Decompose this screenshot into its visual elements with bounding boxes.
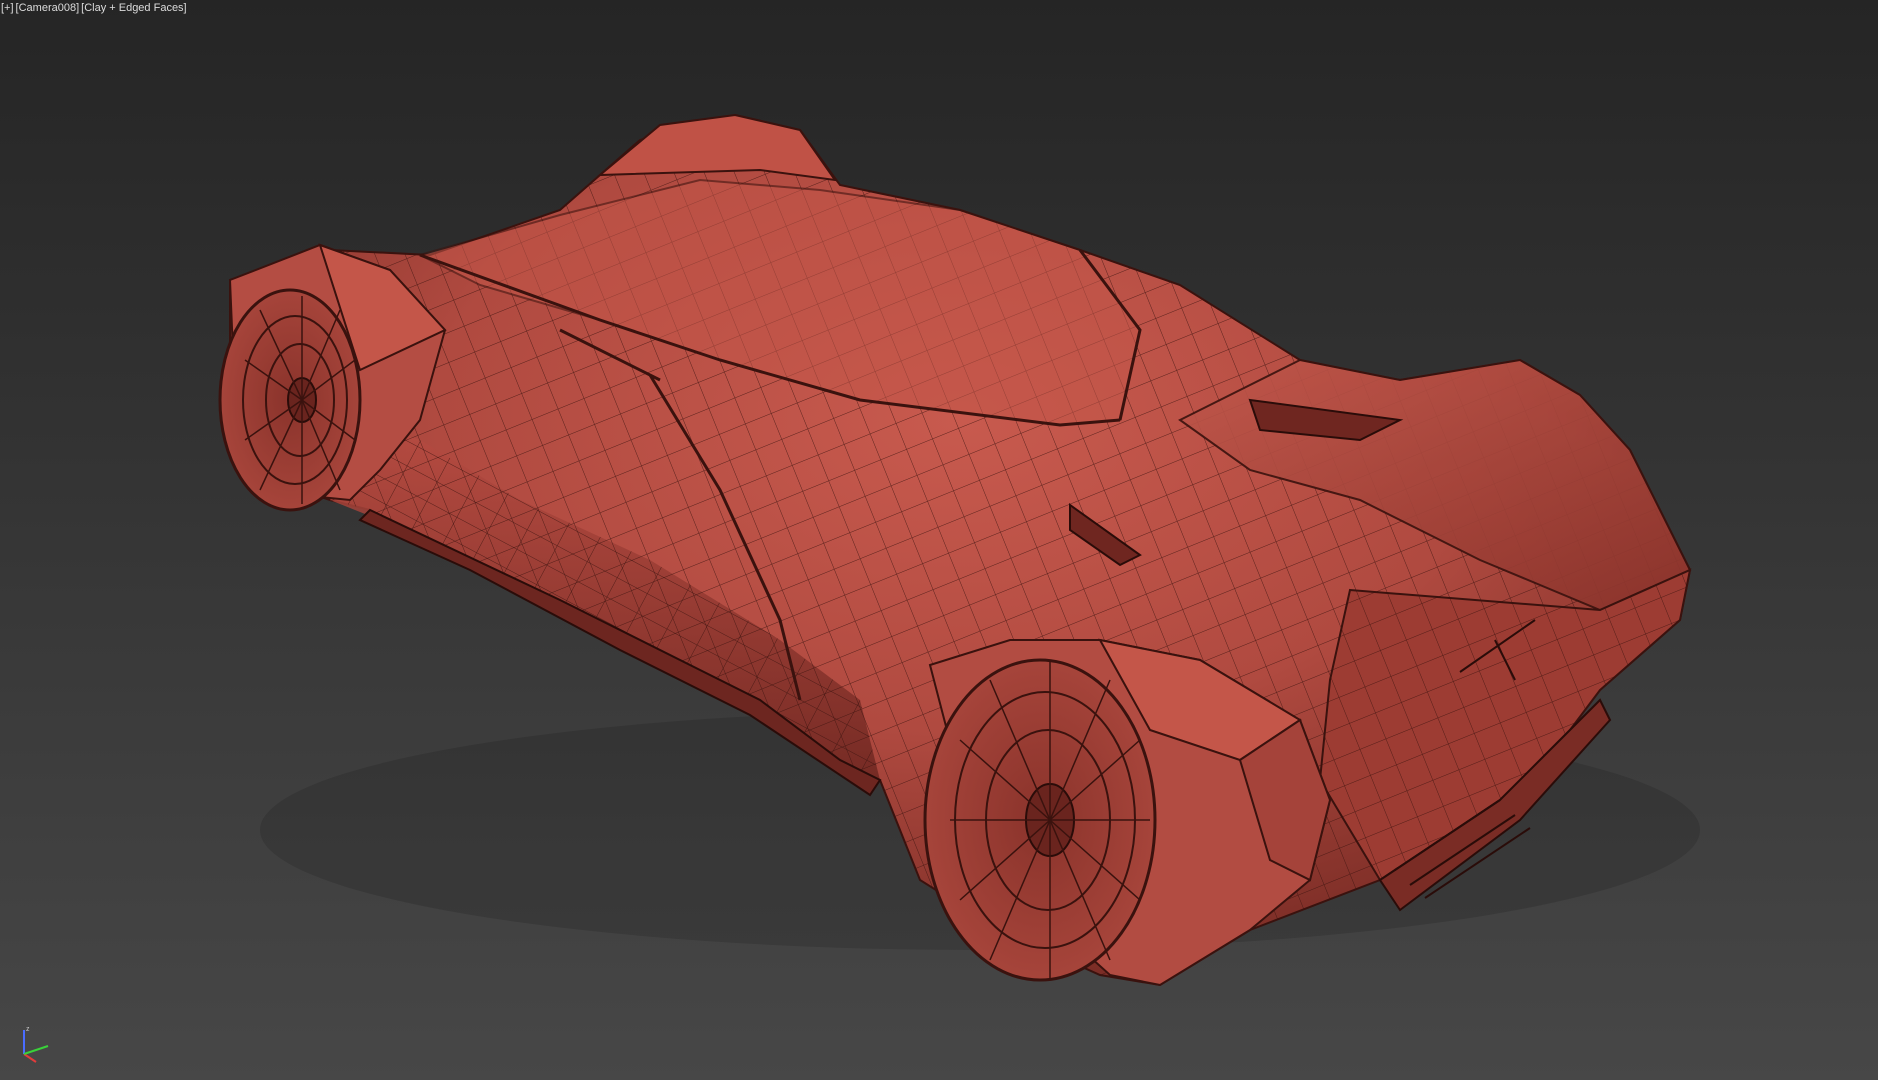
car-model-render[interactable] — [0, 0, 1878, 1080]
z-axis-label: z — [26, 1026, 30, 1033]
viewport-camera008[interactable]: [+] [Camera008] [Clay + Edged Faces] z — [0, 0, 1878, 1080]
front-wheel — [218, 288, 362, 512]
y-axis-line — [23, 1045, 49, 1055]
x-axis-line — [23, 1053, 37, 1063]
rear-wheel — [923, 658, 1157, 982]
axis-gizmo: z — [23, 1026, 49, 1063]
